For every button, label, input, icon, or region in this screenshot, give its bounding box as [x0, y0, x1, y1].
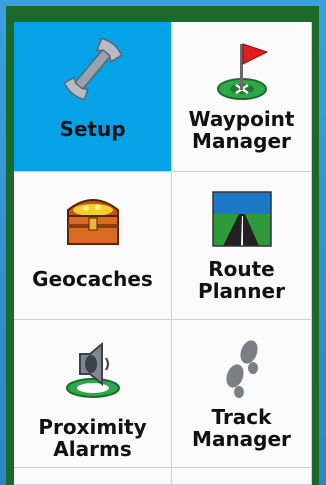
- menu-tile-label: Waypoint Manager: [188, 107, 295, 153]
- flag-icon: [207, 34, 277, 104]
- menu-tile-setup[interactable]: Setup: [14, 22, 172, 172]
- menu-tile-partial-left[interactable]: [14, 468, 172, 485]
- menu-tile-label: Setup: [59, 117, 126, 141]
- menu-tile-label: Geocaches: [32, 267, 153, 291]
- menu-tile-track-manager[interactable]: Track Manager: [172, 320, 312, 468]
- menu-tile-proximity-alarms[interactable]: Proximity Alarms: [14, 320, 172, 468]
- speaker-alarm-icon: [58, 332, 128, 402]
- footprints-icon: [207, 332, 277, 402]
- road-icon: [207, 184, 277, 254]
- menu-tile-geocaches[interactable]: Geocaches: [14, 172, 172, 320]
- menu-tile-label: Track Manager: [192, 405, 291, 451]
- menu-tile-label: Proximity Alarms: [38, 415, 147, 461]
- treasure-chest-icon: [58, 184, 128, 254]
- menu-tile-partial-right[interactable]: [172, 468, 312, 485]
- menu-tile-waypoint-manager[interactable]: Waypoint Manager: [172, 22, 312, 172]
- menu-tile-route-planner[interactable]: Route Planner: [172, 172, 312, 320]
- menu-tile-label: Route Planner: [198, 257, 285, 303]
- wrench-icon: [58, 34, 128, 104]
- main-menu-grid: Setup Waypoint Manager Geocaches Route P…: [14, 22, 312, 485]
